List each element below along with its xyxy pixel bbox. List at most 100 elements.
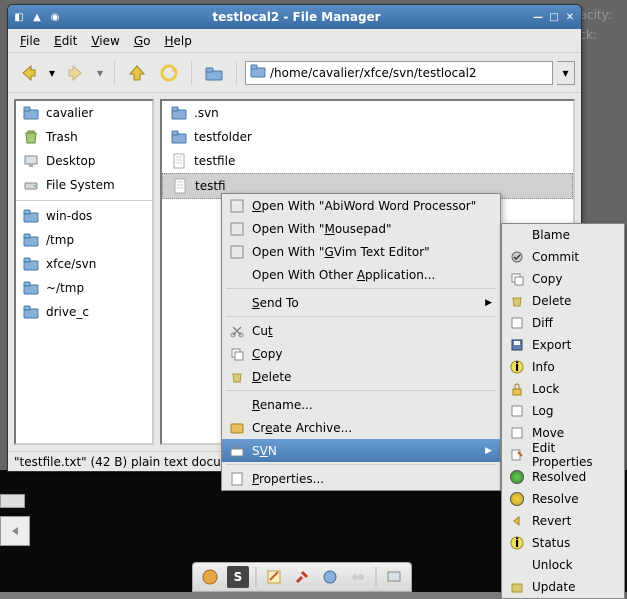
archive-icon (228, 420, 246, 436)
sidebar-item-label: drive_c (46, 305, 89, 319)
ctx-item[interactable]: Open With "AbiWord Word Processor" (222, 194, 500, 217)
ctx-item[interactable]: Cut (222, 319, 500, 342)
svn-label: Info (532, 360, 555, 374)
path-box (245, 61, 553, 85)
titlebar[interactable]: ◧ ▲ ◉ testlocal2 - File Manager — □ ✕ (8, 5, 581, 29)
ctx-label: Open With "GVim Text Editor" (252, 245, 430, 259)
ctx-label: Cut (252, 324, 273, 338)
sidebar-item-cavalier[interactable]: cavalier (16, 101, 152, 125)
sidebar-item-desktop[interactable]: Desktop (16, 149, 152, 173)
menu-go[interactable]: Go (128, 32, 157, 50)
home-button[interactable] (200, 59, 228, 87)
path-input[interactable] (270, 66, 548, 80)
svn-item-delete[interactable]: Delete (502, 290, 624, 312)
taskbar-tools-icon[interactable] (291, 566, 313, 588)
back-button[interactable] (14, 59, 42, 87)
sticky-icon[interactable]: ◉ (48, 10, 62, 24)
file-item[interactable]: .svn (162, 101, 573, 125)
ctx-item[interactable]: Create Archive... (222, 416, 500, 439)
ctx-label: Send To (252, 296, 299, 310)
arrow-left-icon (8, 524, 22, 538)
svn-label: Log (532, 404, 553, 418)
path-dropdown[interactable]: ▾ (557, 61, 575, 85)
info-icon: i (508, 359, 526, 375)
svn-item-blame[interactable]: Blame (502, 224, 624, 246)
sidebar-item-xfce-svn[interactable]: xfce/svn (16, 252, 152, 276)
sidebar-item---tmp[interactable]: ~/tmp (16, 276, 152, 300)
svn-item-revert[interactable]: Revert (502, 510, 624, 532)
ctx-item[interactable]: Open With "GVim Text Editor" (222, 240, 500, 263)
delete-icon (508, 293, 526, 309)
taskbar-note-icon[interactable] (263, 566, 285, 588)
ctx-item[interactable]: Open With Other Application... (222, 263, 500, 286)
ctx-item[interactable]: Copy (222, 342, 500, 365)
svn-item-diff[interactable]: Diff (502, 312, 624, 334)
menu-help[interactable]: Help (158, 32, 197, 50)
svg-text:i: i (515, 536, 519, 550)
svn-item-lock[interactable]: Lock (502, 378, 624, 400)
svn-item-update[interactable]: Update (502, 576, 624, 598)
svn-item-resolve[interactable]: Resolve (502, 488, 624, 510)
svn-label: Diff (532, 316, 553, 330)
ctx-label: Rename... (252, 398, 313, 412)
diff-icon (508, 315, 526, 331)
taskbar-app-icon[interactable] (199, 566, 221, 588)
svn-item-resolved[interactable]: Resolved (502, 466, 624, 488)
sidebar-item-drive-c[interactable]: drive_c (16, 300, 152, 324)
shade-icon[interactable]: ▲ (30, 10, 44, 24)
taskbar-connect-icon[interactable] (347, 566, 369, 588)
window-menu-icon[interactable]: ◧ (12, 10, 26, 24)
close-icon[interactable]: ✕ (563, 10, 577, 24)
svn-item-commit[interactable]: Commit (502, 246, 624, 268)
copy-icon (508, 271, 526, 287)
sidebar-item-win-dos[interactable]: win-dos (16, 204, 152, 228)
forward-dropdown[interactable]: ▾ (94, 59, 106, 87)
ctx-item[interactable]: Properties... (222, 467, 500, 490)
svn-label: Copy (532, 272, 562, 286)
ctx-label: Open With "AbiWord Word Processor" (252, 199, 476, 213)
sidebar-item--tmp[interactable]: /tmp (16, 228, 152, 252)
ctx-label: Properties... (252, 472, 324, 486)
file-item[interactable]: testfile (162, 149, 573, 173)
ctx-item[interactable]: Delete (222, 365, 500, 388)
folder-icon (250, 64, 266, 81)
context-menu: Open With "AbiWord Word Processor" Open W… (221, 193, 501, 491)
sidebar-item-label: File System (46, 178, 115, 192)
commit-icon (508, 249, 526, 265)
delete-icon (228, 369, 246, 385)
menu-edit[interactable]: Edit (48, 32, 83, 50)
taskbar-desktop-icon[interactable] (383, 566, 405, 588)
forward-button[interactable] (62, 59, 90, 87)
maximize-icon[interactable]: □ (547, 10, 561, 24)
ctx-item[interactable]: Open With "Mousepad" (222, 217, 500, 240)
reload-button[interactable] (155, 59, 183, 87)
taskbar: S (192, 562, 412, 592)
menu-file[interactable]: File (14, 32, 46, 50)
taskbar-web-icon[interactable] (319, 566, 341, 588)
ctx-item[interactable]: SVN▶ (222, 439, 500, 462)
back-dropdown[interactable]: ▾ (46, 59, 58, 87)
svn-item-log[interactable]: Log (502, 400, 624, 422)
file-item[interactable]: testfolder (162, 125, 573, 149)
svn-item-copy[interactable]: Copy (502, 268, 624, 290)
background-arrow-button[interactable] (0, 516, 30, 546)
svn-label: Revert (532, 514, 571, 528)
folder-icon (22, 280, 40, 296)
menu-view[interactable]: View (85, 32, 125, 50)
taskbar-s-icon[interactable]: S (227, 566, 249, 588)
svn-label: Move (532, 426, 564, 440)
sidebar-item-trash[interactable]: Trash (16, 125, 152, 149)
file-label: .svn (194, 106, 219, 120)
svn-item-status[interactable]: iStatus (502, 532, 624, 554)
ctx-item[interactable]: Rename... (222, 393, 500, 416)
svn-item-unlock[interactable]: Unlock (502, 554, 624, 576)
svn-item-edit-properties[interactable]: Edit Properties (502, 444, 624, 466)
log-icon (508, 403, 526, 419)
drive-icon (22, 177, 40, 193)
svn-item-export[interactable]: Export (502, 334, 624, 356)
ctx-item[interactable]: Send To▶ (222, 291, 500, 314)
svn-item-info[interactable]: i Info (502, 356, 624, 378)
minimize-icon[interactable]: — (531, 10, 545, 24)
up-button[interactable] (123, 59, 151, 87)
sidebar-item-file-system[interactable]: File System (16, 173, 152, 197)
